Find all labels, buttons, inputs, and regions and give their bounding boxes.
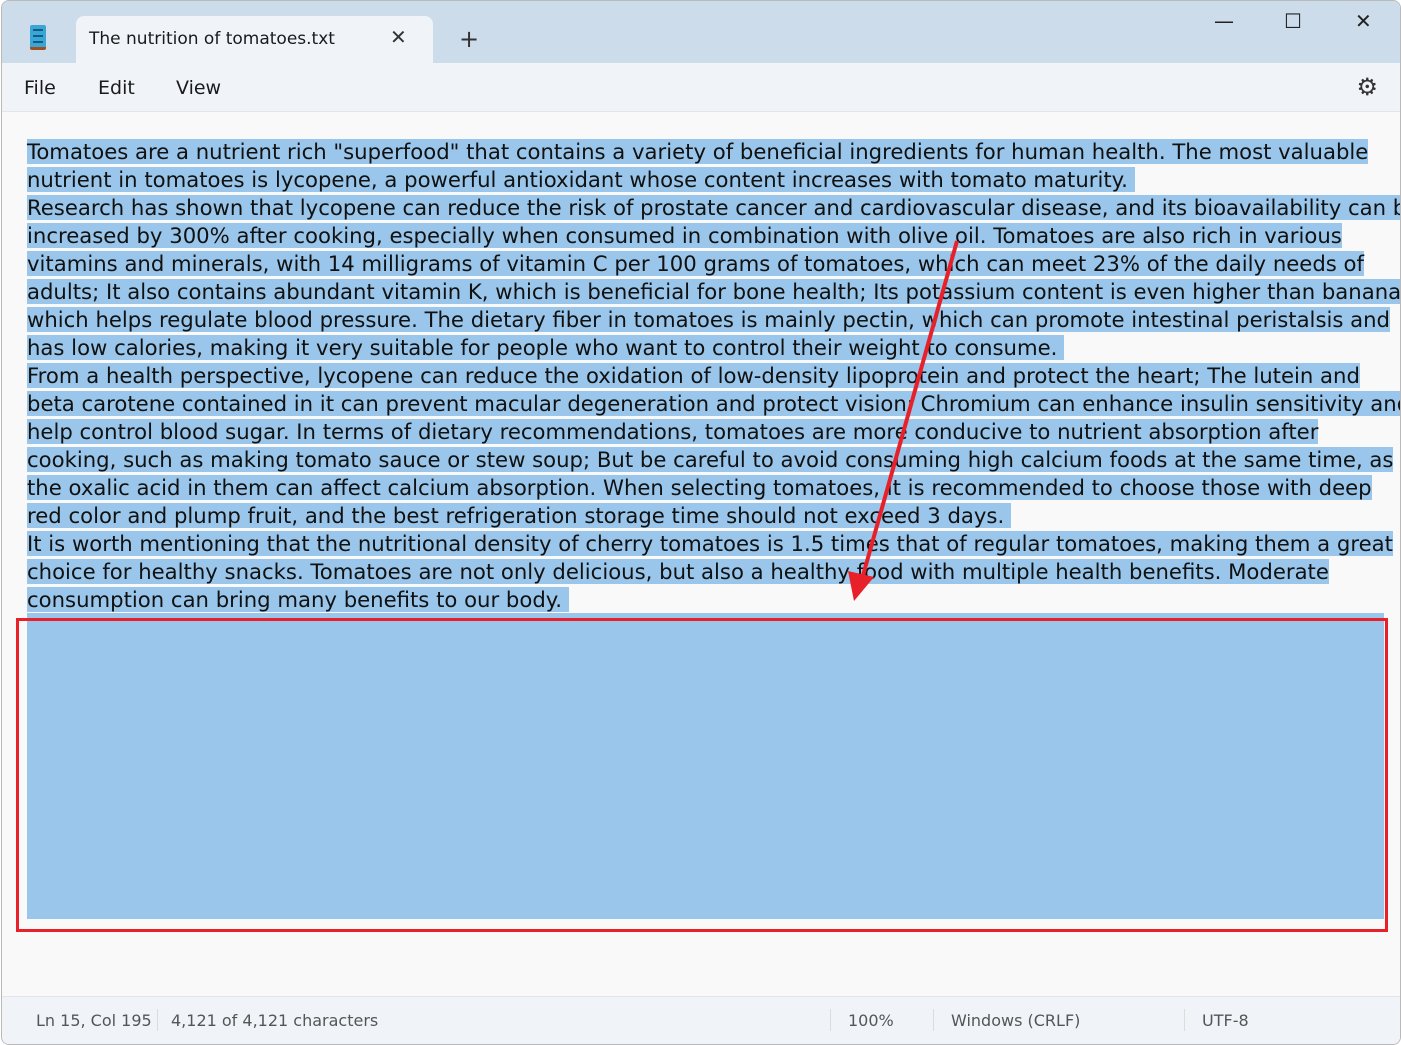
annotation-arrow [848, 240, 959, 601]
notepad-window: The nutrition of tomatoes.txt ✕ + — ☐ ✕ … [1, 0, 1401, 1045]
zoom-level[interactable]: 100% [848, 1011, 894, 1030]
cursor-position: Ln 15, Col 195 [36, 1011, 152, 1030]
status-bar: Ln 15, Col 195 4,121 of 4,121 characters… [2, 996, 1400, 1044]
line-ending[interactable]: Windows (CRLF) [951, 1011, 1080, 1030]
character-count: 4,121 of 4,121 characters [171, 1011, 379, 1030]
encoding[interactable]: UTF-8 [1202, 1011, 1249, 1030]
